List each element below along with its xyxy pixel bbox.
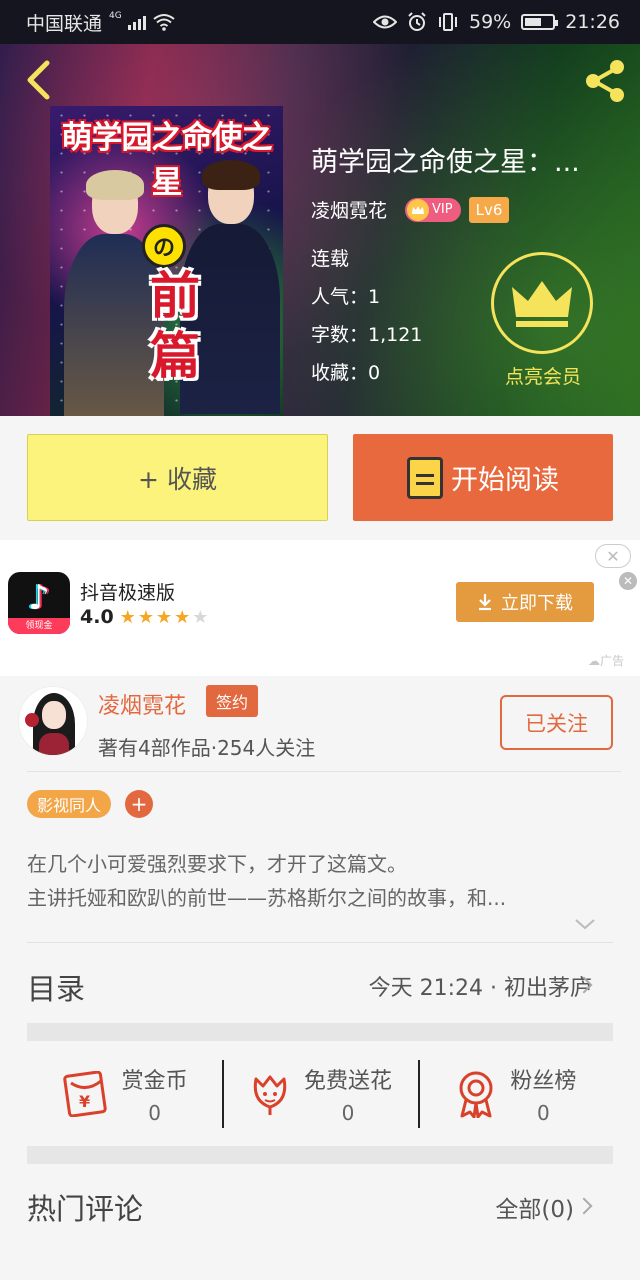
share-icon [586, 60, 624, 102]
ad-rating: 4.0 ★★★★★ [80, 606, 210, 628]
hero-author-name[interactable]: 凌烟霓花 [311, 196, 387, 223]
book-icon [407, 456, 443, 499]
expand-description-button[interactable] [573, 912, 597, 936]
ad-tag: ☁广告 [588, 654, 625, 668]
reward-count: 0 [148, 1101, 162, 1125]
add-tag-button[interactable]: + [125, 790, 153, 818]
signal-icon [127, 14, 146, 30]
vip-label: VIP [432, 202, 453, 217]
serial-status: 连载 [311, 248, 350, 270]
cover-title-text: 萌学园之命使之星 [61, 120, 273, 201]
toc-title[interactable]: 目录 [27, 966, 85, 1008]
word-count-stat: 字数：1,121 [311, 324, 423, 346]
member-label: 点亮会员 [504, 366, 581, 388]
battery-percent: 59% [469, 11, 512, 33]
description-line-2: 主讲托娅和欧趴的前世——苏格斯尔之间的故事，和... [27, 886, 507, 910]
chevron-down-icon [575, 919, 595, 930]
divider [27, 942, 613, 943]
reward-fans[interactable]: 粉丝榜 0 [417, 1056, 613, 1132]
all-comments-link[interactable]: 全部(0) [495, 1190, 574, 1224]
star-icon: ★ [119, 606, 138, 628]
reward-count: 0 [341, 1101, 355, 1125]
back-button[interactable] [18, 58, 58, 102]
ad-banner[interactable]: ♪ 领现金 抖音极速版 4.0 ★★★★★ ✕ ✕ 立即下载 ☁广告 [0, 540, 640, 676]
reward-flowers[interactable]: 免费送花 0 [222, 1056, 417, 1132]
reward-coins[interactable]: ¥ 赏金币 0 [27, 1056, 222, 1132]
reward-count: 0 [536, 1101, 550, 1125]
cover-figure-left [64, 170, 164, 416]
favorites-stat: 收藏：0 [311, 362, 381, 384]
member-button[interactable]: 点亮会员 [491, 252, 595, 402]
vibrate-icon [439, 13, 457, 31]
ad-rating-value: 4.0 [80, 606, 114, 628]
eye-icon [373, 15, 397, 29]
signed-badge: 签约 [206, 685, 259, 717]
clock-time: 21:26 [565, 11, 620, 33]
battery-icon [521, 14, 559, 30]
download-label: 立即下载 [501, 593, 573, 614]
star-icon: ★ [137, 606, 156, 628]
ad-dismiss-icon[interactable]: ✕ [619, 572, 637, 590]
description-line-1: 在几个小可爱强烈要求下，才开了这篇文。 [27, 852, 407, 876]
start-reading-button[interactable]: 开始阅读 [353, 434, 613, 521]
crown-icon [491, 252, 593, 354]
author-meta: 著有4部作品·254人关注 [98, 736, 316, 760]
star-icon: ★ [174, 606, 193, 628]
favorite-button[interactable]: + 收藏 [27, 434, 328, 521]
divider [27, 771, 621, 772]
status-bar: 中国联通 4G 59% 21:26 [0, 0, 640, 44]
author-section: 凌烟霓花 签约 著有4部作品·254人关注 已关注 [0, 676, 640, 772]
section-gap [27, 1023, 613, 1041]
carrier-name: 中国联通 [26, 12, 103, 35]
popularity-stat: 人气：1 [311, 286, 381, 308]
alarm-icon [408, 12, 426, 31]
book-hero: 萌学园之命使之星 の 前 篇 萌学园之命使之星：... 凌烟霓花 VIP Lv6… [0, 44, 640, 416]
flower-icon [253, 1075, 287, 1115]
section-gap [27, 1146, 613, 1164]
vip-badge: VIP [405, 197, 461, 222]
app-icon-ribbon: 领现金 [8, 618, 70, 634]
ad-app-name: 抖音极速版 [80, 582, 176, 604]
back-arrow-icon [27, 60, 50, 100]
vip-crown-icon [407, 198, 430, 221]
star-icon: ★ [192, 606, 211, 628]
reward-label: 免费送花 [303, 1069, 392, 1094]
hot-comments-title: 热门评论 [27, 1192, 144, 1226]
red-envelope-icon: ¥ [62, 1071, 107, 1117]
comments-chevron-icon [575, 1197, 593, 1215]
action-bar: + 收藏 开始阅读 [0, 416, 640, 540]
rewards-row: ¥ 赏金币 0 免费送花 0 粉丝榜 0 [27, 1056, 613, 1132]
music-note-icon: ♪ [28, 578, 50, 618]
network-type: 4G [109, 11, 122, 21]
ad-close-button[interactable]: ✕ [595, 544, 631, 568]
svg-text:¥: ¥ [79, 1092, 90, 1111]
genre-tag[interactable]: 影视同人 [27, 790, 112, 818]
download-button[interactable]: 立即下载 [456, 582, 594, 622]
author-name[interactable]: 凌烟霓花 [98, 688, 186, 720]
level-badge: Lv6 [468, 196, 510, 223]
rating-stars-icon: ★★★★★ [120, 607, 211, 628]
book-cover[interactable]: 萌学园之命使之星 の 前 篇 [50, 106, 283, 416]
start-reading-label: 开始阅读 [451, 465, 559, 496]
medal-icon [459, 1071, 493, 1118]
star-icon: ★ [155, 606, 175, 628]
app-icon: ♪ 领现金 [8, 572, 70, 634]
author-avatar[interactable] [18, 686, 88, 756]
follow-button[interactable]: 已关注 [500, 695, 613, 750]
reward-label: 粉丝榜 [510, 1069, 577, 1094]
toc-latest-chapter[interactable]: 今天 21:24 · 初出茅庐 [369, 970, 592, 1002]
cover-big-char-2: 篇 [150, 327, 200, 385]
share-button[interactable] [580, 56, 630, 106]
download-icon [479, 594, 491, 611]
hero-author-row: 凌烟霓花 VIP Lv6 [311, 196, 510, 223]
reward-label: 赏金币 [121, 1069, 188, 1094]
wifi-icon [153, 14, 175, 31]
book-title: 萌学园之命使之星：... [311, 147, 580, 178]
